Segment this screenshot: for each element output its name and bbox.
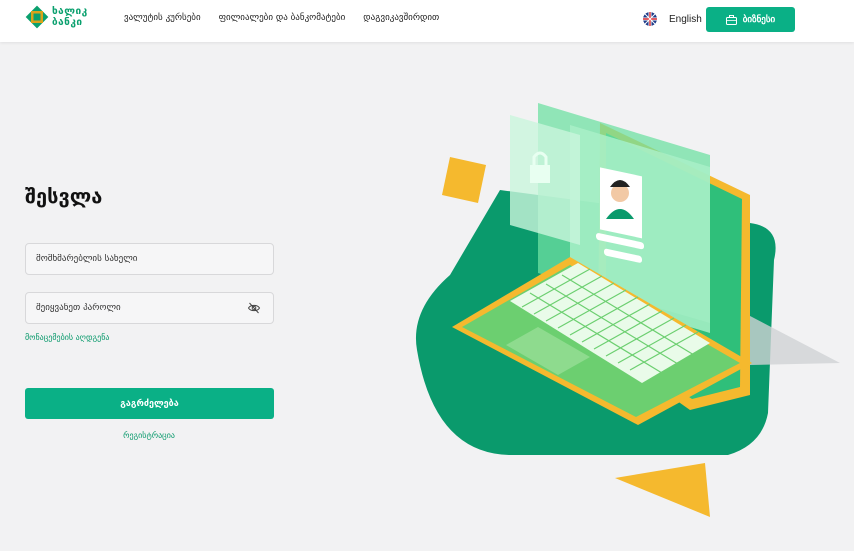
business-button[interactable]: ბიზნესი	[706, 7, 795, 32]
business-button-label: ბიზნესი	[742, 14, 776, 24]
language-switcher[interactable]: English	[643, 12, 702, 26]
username-input[interactable]	[25, 243, 274, 275]
language-label: English	[669, 13, 702, 25]
continue-button[interactable]: გაგრძელება	[25, 388, 274, 419]
avatar-card	[600, 167, 642, 239]
logo-mark-icon	[25, 5, 49, 29]
page-title: შესვლა	[25, 184, 103, 208]
eye-off-icon[interactable]	[247, 301, 261, 315]
uk-flag-icon	[643, 12, 657, 26]
briefcase-icon	[725, 14, 737, 25]
forgot-credentials-link[interactable]: მონაცემების აღდგენა	[25, 333, 109, 342]
top-header: ხალიკ ბანკი ვალუტის კურსები ფილიალები და…	[0, 0, 854, 42]
yellow-triangle-bottom	[615, 463, 710, 517]
logo-text-line2: ბანკი	[52, 17, 83, 28]
register-link[interactable]: რეგისტრაცია	[0, 431, 298, 440]
logo-text-line1: ხალიკ	[52, 6, 88, 17]
laptop-illustration	[415, 103, 840, 517]
main-nav: ვალუტის კურსები ფილიალები და ბანკომატები…	[124, 13, 439, 23]
yellow-shape-top	[442, 157, 486, 203]
lock-icon	[530, 165, 550, 183]
nav-item-exchange-rates[interactable]: ვალუტის კურსები	[124, 13, 201, 23]
password-input[interactable]	[25, 292, 274, 324]
nav-item-contact[interactable]: დაგვიკავშირდით	[363, 13, 439, 23]
bank-logo[interactable]: ხალიკ ბანკი	[25, 5, 105, 35]
nav-item-branches-atms[interactable]: ფილიალები და ბანკომატები	[219, 13, 346, 23]
logo-text: ხალიკ ბანკი	[52, 6, 104, 28]
